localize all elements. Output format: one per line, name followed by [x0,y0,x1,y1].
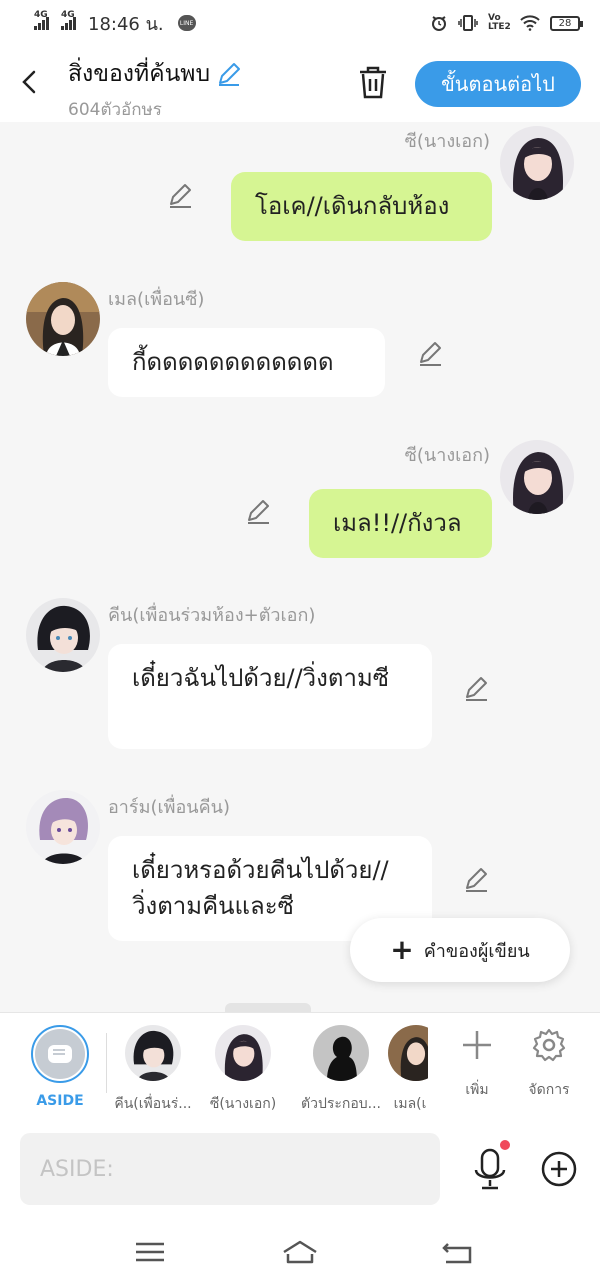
message-bubble[interactable]: กี้ดดดดดดดดดดดด [108,328,385,397]
character-count: 604ตัวอักษร [68,100,162,120]
character-label: คีน(เพื่อนร่... [114,1096,192,1112]
wifi-icon [520,15,540,31]
next-step-button[interactable]: ขั้นตอนต่อไป [415,61,581,107]
line-notification-icon: LINE [177,15,196,31]
plus-icon [463,1031,491,1059]
plus-icon: + [390,933,414,966]
status-bar: 4G 4G 18:46 น. LINE Vo LTE2 28 [0,0,600,46]
message-sender-name: ซี(นางเอก) [404,445,490,466]
back-button[interactable] [16,64,46,100]
trash-icon[interactable] [356,64,390,100]
aside-icon [31,1025,89,1083]
character-extra[interactable]: ตัวประกอบ... [296,1013,386,1123]
signal-icon: 4G [34,10,49,30]
battery-icon: 28 [550,15,583,31]
add-circle-icon[interactable] [540,1150,578,1188]
message-bubble[interactable]: เดี๋ยวฉันไปด้วย//วิ่งตามซี [108,644,432,749]
manage-label: จัดการ [528,1082,570,1098]
avatar[interactable] [26,790,100,864]
divider [106,1033,107,1093]
message-bubble[interactable]: โอเค//เดินกลับห้อง [231,172,492,241]
edit-message-icon[interactable] [463,866,491,894]
microphone-icon[interactable] [470,1146,510,1192]
chevron-left-icon [22,70,36,94]
message-sender-name: อาร์ม(เพื่อนคีน) [108,797,230,818]
message-bubble[interactable]: เมล!!//กังวล [309,489,492,558]
character-selector: ASIDE คีน(เพื่อนร่... ซี(นางเอก) ตัวประก… [0,1012,600,1122]
edit-message-icon[interactable] [245,498,273,526]
volte-icon: Vo LTE2 [488,13,511,32]
composer [0,1122,600,1218]
system-nav-bar [0,1218,600,1287]
character-keen[interactable]: คีน(เพื่อนร่... [108,1013,198,1123]
message-sender-name: ซี(นางเอก) [404,131,490,152]
avatar [313,1025,369,1081]
avatar[interactable] [26,282,100,356]
home-icon[interactable] [280,1236,320,1268]
edit-message-icon[interactable] [417,340,445,368]
status-time: 18:46 น. [88,13,164,35]
avatar [125,1025,181,1081]
edit-title-icon[interactable] [216,61,242,87]
back-nav-icon[interactable] [438,1236,478,1268]
character-mel[interactable]: เมล(เ [388,1013,428,1123]
add-label: เพิ่ม [465,1082,489,1098]
avatar[interactable] [500,126,574,200]
vibrate-icon [458,15,478,31]
character-label: เมล(เ [393,1096,427,1112]
avatar [388,1025,428,1081]
avatar [215,1025,271,1081]
gear-icon [532,1028,566,1062]
notification-dot [500,1140,510,1150]
message-input[interactable] [20,1133,440,1205]
avatar[interactable] [26,598,100,672]
author-note-button[interactable]: + คำของผู้เขียน [350,918,570,982]
edit-message-icon[interactable] [463,675,491,703]
signal-icon-2: 4G [61,10,76,30]
character-label: ตัวประกอบ... [300,1096,381,1112]
character-label: ซี(นางเอก) [209,1096,277,1112]
page-title: สิ่งของที่ค้นพบ [68,61,211,87]
character-aside[interactable]: ASIDE [15,1013,105,1123]
author-note-label: คำของผู้เขียน [423,940,530,962]
header: สิ่งของที่ค้นพบ 604ตัวอักษร ขั้นตอนต่อไป [0,46,600,122]
menu-icon[interactable] [130,1236,170,1268]
edit-message-icon[interactable] [167,182,195,210]
character-see[interactable]: ซี(นางเอก) [198,1013,288,1123]
message-sender-name: เมล(เพื่อนซี) [108,289,205,310]
character-label: ASIDE [36,1093,84,1109]
add-character-button[interactable]: เพิ่ม [442,1013,512,1123]
avatar[interactable] [500,440,574,514]
chat-area[interactable]: ซี(นางเอก) โอเค//เดินกลับห้อง เมล(เพื่อน… [0,122,600,1012]
alarm-icon [432,16,446,31]
message-sender-name: คีน(เพื่อนร่วมห้อง+ตัวเอก) [108,605,316,626]
manage-characters-button[interactable]: จัดการ [514,1013,584,1123]
